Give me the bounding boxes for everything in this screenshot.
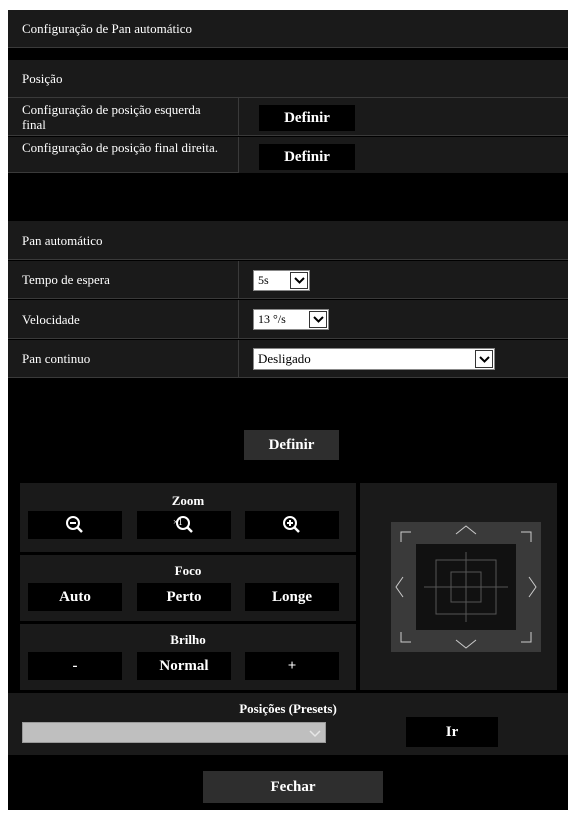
focus-panel: Foco Auto Perto Longe [20,555,356,621]
autopan-header: Pan automático [22,233,103,248]
zoom-reset-button[interactable]: ×1 [137,511,231,539]
apply-button[interactable]: Definir [244,430,339,460]
speed-row: Velocidade 13 °/s [8,300,568,339]
go-button[interactable]: Ir [406,717,498,747]
chevron-down-icon [475,350,493,368]
focus-far-button[interactable]: Longe [245,583,339,611]
zoom-level-badge: ×1 [173,517,183,527]
autopan-dialog: Configuração de Pan automático Posição C… [8,10,568,810]
focus-auto-button[interactable]: Auto [28,583,122,611]
wait-time-value: 5s [258,273,269,287]
left-end-label: Configuração de posição esquerda final [22,102,201,132]
zoom-title: Zoom [171,493,205,508]
position-header-row: Posição [8,60,568,98]
autopan-header-row: Pan automático [8,221,568,260]
continuous-label: Pan continuo [22,351,91,366]
wait-time-label-cell: Tempo de espera [8,261,239,298]
brightness-minus-button[interactable]: - [28,652,122,680]
wait-time-row: Tempo de espera 5s [8,261,568,299]
pan-tilt-panel [360,483,557,690]
set-right-end-button[interactable]: Definir [259,144,355,170]
speed-label-cell: Velocidade [8,300,239,338]
dialog-title: Configuração de Pan automático [22,21,193,36]
zoom-panel: Zoom ×1 [20,483,356,552]
title-row: Configuração de Pan automático [8,10,568,48]
spacer [8,173,568,201]
speed-label: Velocidade [22,312,80,327]
right-end-label-cell: Configuração de posição final direita. [8,137,239,173]
presets-select[interactable] [22,722,326,743]
zoom-in-button[interactable] [245,511,339,539]
presets-panel: Posições (Presets) Ir [8,693,568,755]
presets-title: Posições (Presets) [239,701,337,716]
right-end-row: Configuração de posição final direita. D… [8,137,568,201]
focus-near-button[interactable]: Perto [137,583,231,611]
chevron-down-icon [309,311,327,328]
brightness-normal-button[interactable]: Normal [137,652,231,680]
right-end-label: Configuração de posição final direita. [22,140,219,155]
continuous-label-cell: Pan continuo [8,340,239,377]
brightness-title: Brilho [170,632,206,647]
continuous-row: Pan continuo Desligado [8,340,568,378]
set-left-end-button[interactable]: Definir [259,105,355,131]
left-end-label-cell: Configuração de posição esquerda final [8,98,239,135]
chevron-down-icon [309,727,321,742]
pan-tilt-pad[interactable] [391,522,541,652]
left-end-row: Configuração de posição esquerda final D… [8,98,568,136]
close-button[interactable]: Fechar [203,771,383,803]
zoom-out-icon [66,516,83,533]
zoom-out-button[interactable] [28,511,122,539]
wait-time-select[interactable]: 5s [253,270,310,291]
brightness-panel: Brilho - Normal + [20,624,356,690]
zoom-in-icon [283,516,300,533]
position-header: Posição [22,71,63,86]
speed-value: 13 °/s [258,312,286,326]
focus-title: Foco [174,563,202,578]
wait-time-label: Tempo de espera [22,272,110,287]
speed-select[interactable]: 13 °/s [253,309,329,330]
continuous-select[interactable]: Desligado [253,348,495,370]
brightness-plus-button[interactable]: + [245,652,339,680]
continuous-value: Desligado [258,351,311,366]
chevron-down-icon [290,272,308,289]
